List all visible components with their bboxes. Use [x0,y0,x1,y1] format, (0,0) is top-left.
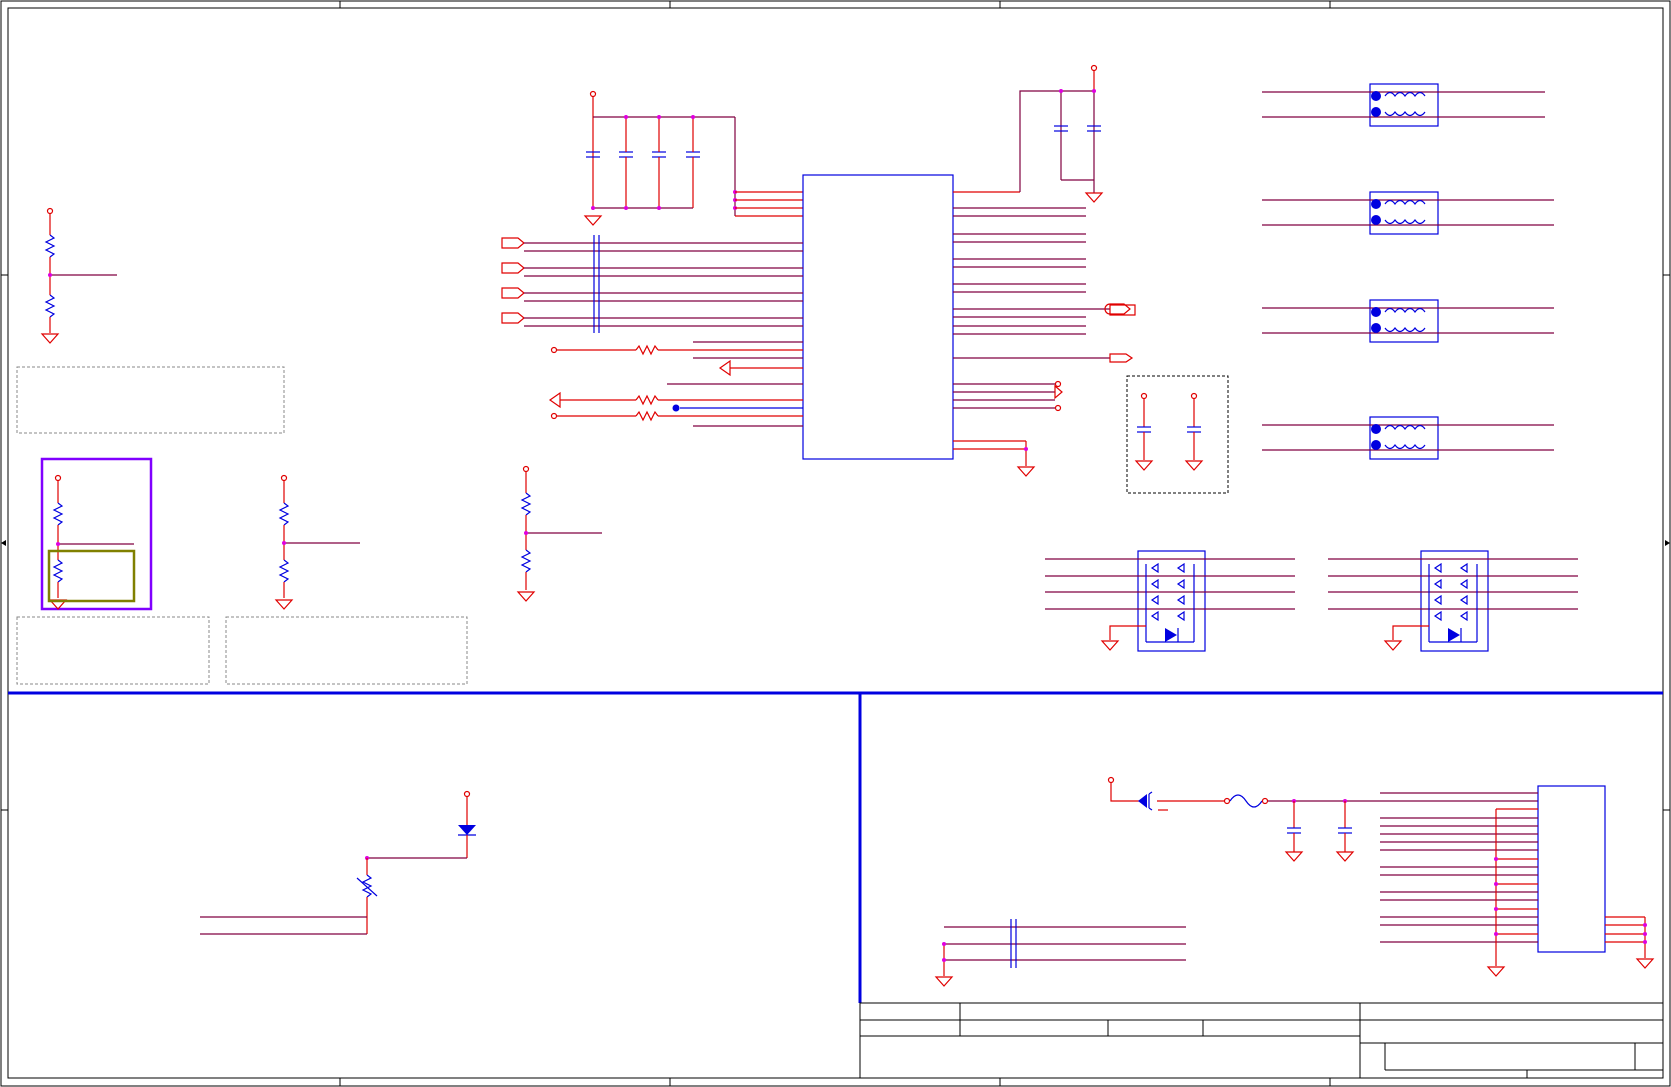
resistor-divider-top-left [41,207,117,344]
note-box-3 [225,616,468,685]
note-box-1 [16,366,285,434]
note-box-2 [16,616,210,685]
board-connector[interactable] [1380,785,1654,977]
control-signals-left [548,341,803,427]
resistor-divider-selected[interactable] [40,457,153,611]
section-dividers [8,691,1663,1003]
resistor-divider-2 [275,474,360,610]
title-block [859,1002,1664,1079]
resistor-divider-3 [517,465,602,602]
common-mode-chokes [1262,83,1554,460]
main-ic[interactable] [802,174,954,460]
schematic-sheet [0,0,1671,1087]
optional-caps-box [1126,375,1229,494]
led-circuit [200,790,476,935]
power-input-circuit [1107,776,1538,862]
input-ports [501,235,803,333]
esd-array-2 [1328,550,1578,652]
decoupling-capacitors [584,90,803,226]
sheet-border [0,0,1671,1087]
ac-coupling-bottom [935,919,1186,987]
esd-array-1 [1045,550,1295,652]
ic-output-signals [953,64,1136,477]
